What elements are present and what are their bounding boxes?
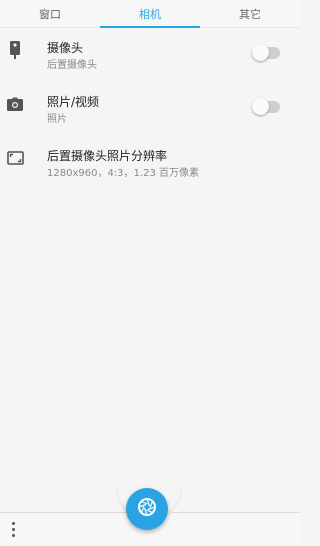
menu-dot: [11, 527, 15, 531]
setting-rear-resolution[interactable]: 后置摄像头照片分辨率 1280x960，4:3，1.23 百万像素: [0, 136, 300, 190]
setting-camera-subtitle: 后置摄像头: [47, 60, 97, 71]
aspect-ratio-icon: [6, 148, 24, 168]
more-vert-icon[interactable]: [6, 519, 20, 539]
shutter-button[interactable]: [126, 488, 168, 530]
camera-toggle[interactable]: [252, 44, 280, 61]
settings-list: 摄像头 后置摄像头 照片/视频 照片 后置摄像头照片分辨率 1280x960，4…: [0, 28, 300, 190]
setting-rear-resolution-subtitle: 1280x960，4:3，1.23 百万像素: [47, 168, 199, 179]
photo-video-toggle[interactable]: [252, 98, 280, 115]
camera-toggle-knob: [252, 44, 269, 61]
setting-photo-video-subtitle: 照片: [47, 114, 67, 125]
phone-camera-icon: [6, 40, 24, 60]
setting-photo-video[interactable]: 照片/视频 照片: [0, 82, 300, 136]
camera-icon: [6, 94, 24, 114]
tab-window[interactable]: 窗口: [0, 0, 100, 27]
setting-rear-resolution-title: 后置摄像头照片分辨率: [47, 149, 168, 163]
tab-camera[interactable]: 相机: [100, 0, 200, 28]
setting-camera-title: 摄像头: [47, 41, 84, 55]
shutter-icon: [137, 497, 157, 521]
menu-dot: [11, 533, 15, 537]
menu-dot: [11, 521, 15, 525]
setting-camera[interactable]: 摄像头 后置摄像头: [0, 28, 300, 82]
photo-video-toggle-knob: [252, 98, 269, 115]
tab-bar: 窗口 相机 其它: [0, 0, 300, 28]
setting-photo-video-title: 照片/视频: [47, 95, 100, 109]
tab-other[interactable]: 其它: [200, 0, 300, 27]
